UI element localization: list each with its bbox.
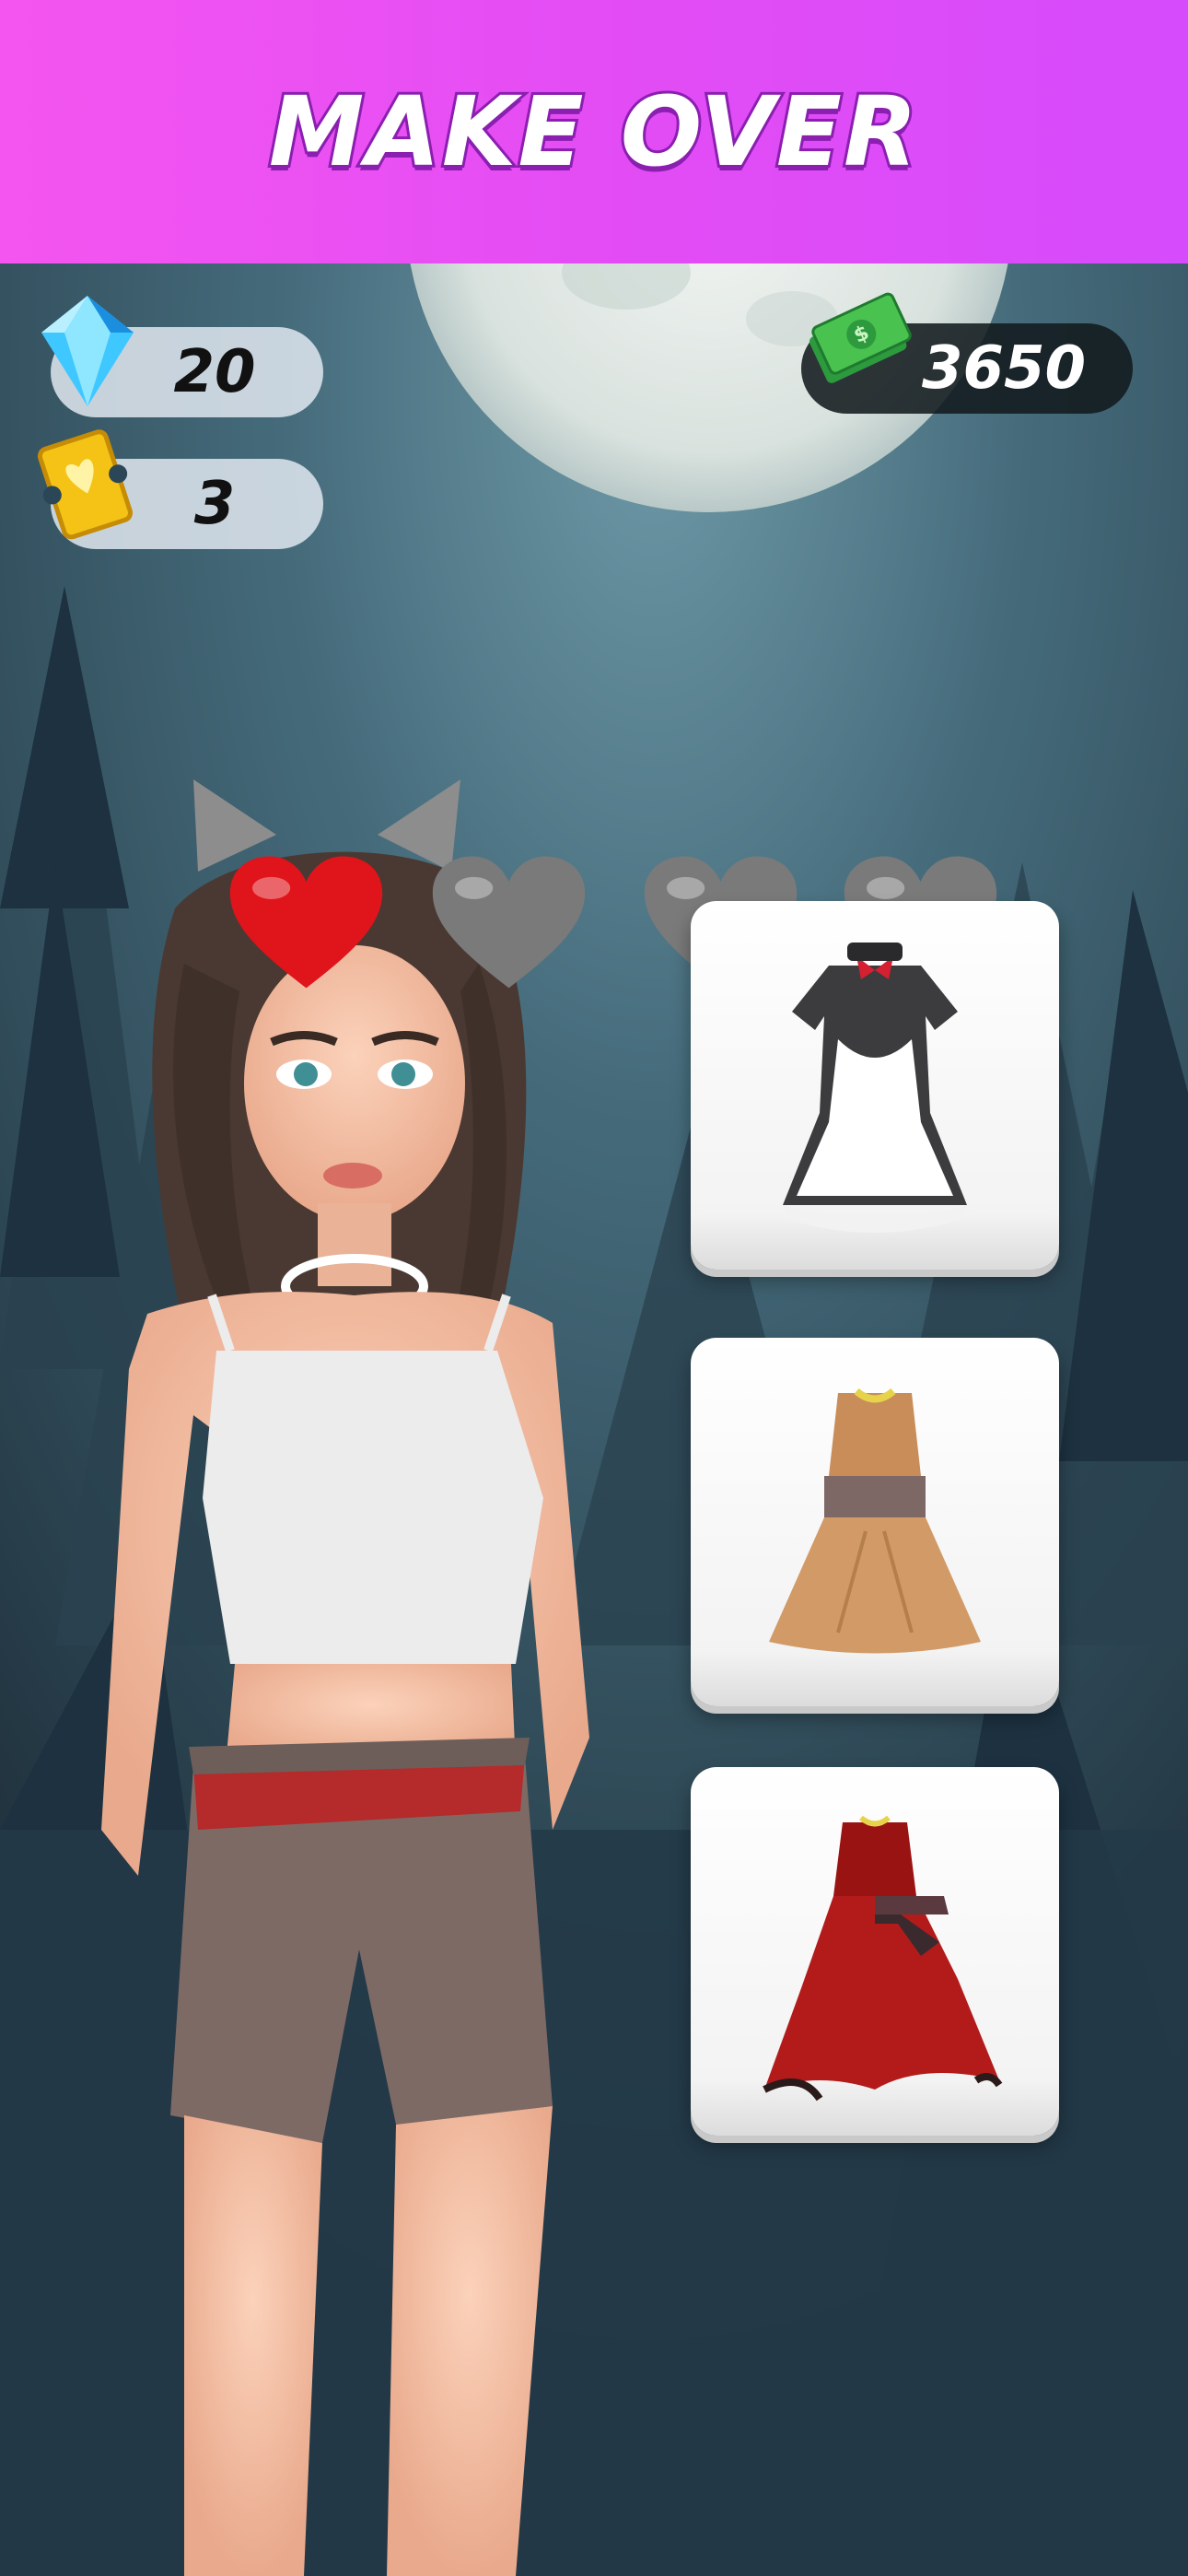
maid-dress-icon xyxy=(783,943,967,1233)
outfit-card-3[interactable] xyxy=(691,1767,1059,2136)
outfit-card-2[interactable] xyxy=(691,1338,1059,1706)
tan-dress-icon xyxy=(769,1388,981,1654)
page-title: MAKE OVER xyxy=(266,73,920,191)
cash-icon: $ xyxy=(809,292,912,383)
ticket-icon xyxy=(37,429,134,540)
heart-empty-icon xyxy=(432,856,586,989)
outfit-card-1[interactable] xyxy=(691,901,1059,1270)
tickets-value: 3 xyxy=(193,470,236,538)
header-bar: MAKE OVER xyxy=(0,0,1188,263)
cash-value: 3650 xyxy=(921,334,1087,403)
gems-value: 20 xyxy=(173,338,256,406)
heart-filled-icon xyxy=(229,856,383,989)
red-gown-icon xyxy=(763,1815,1003,2102)
diamond-icon xyxy=(41,296,134,406)
game-scene: 20 3 3650 $ xyxy=(0,263,1188,2576)
